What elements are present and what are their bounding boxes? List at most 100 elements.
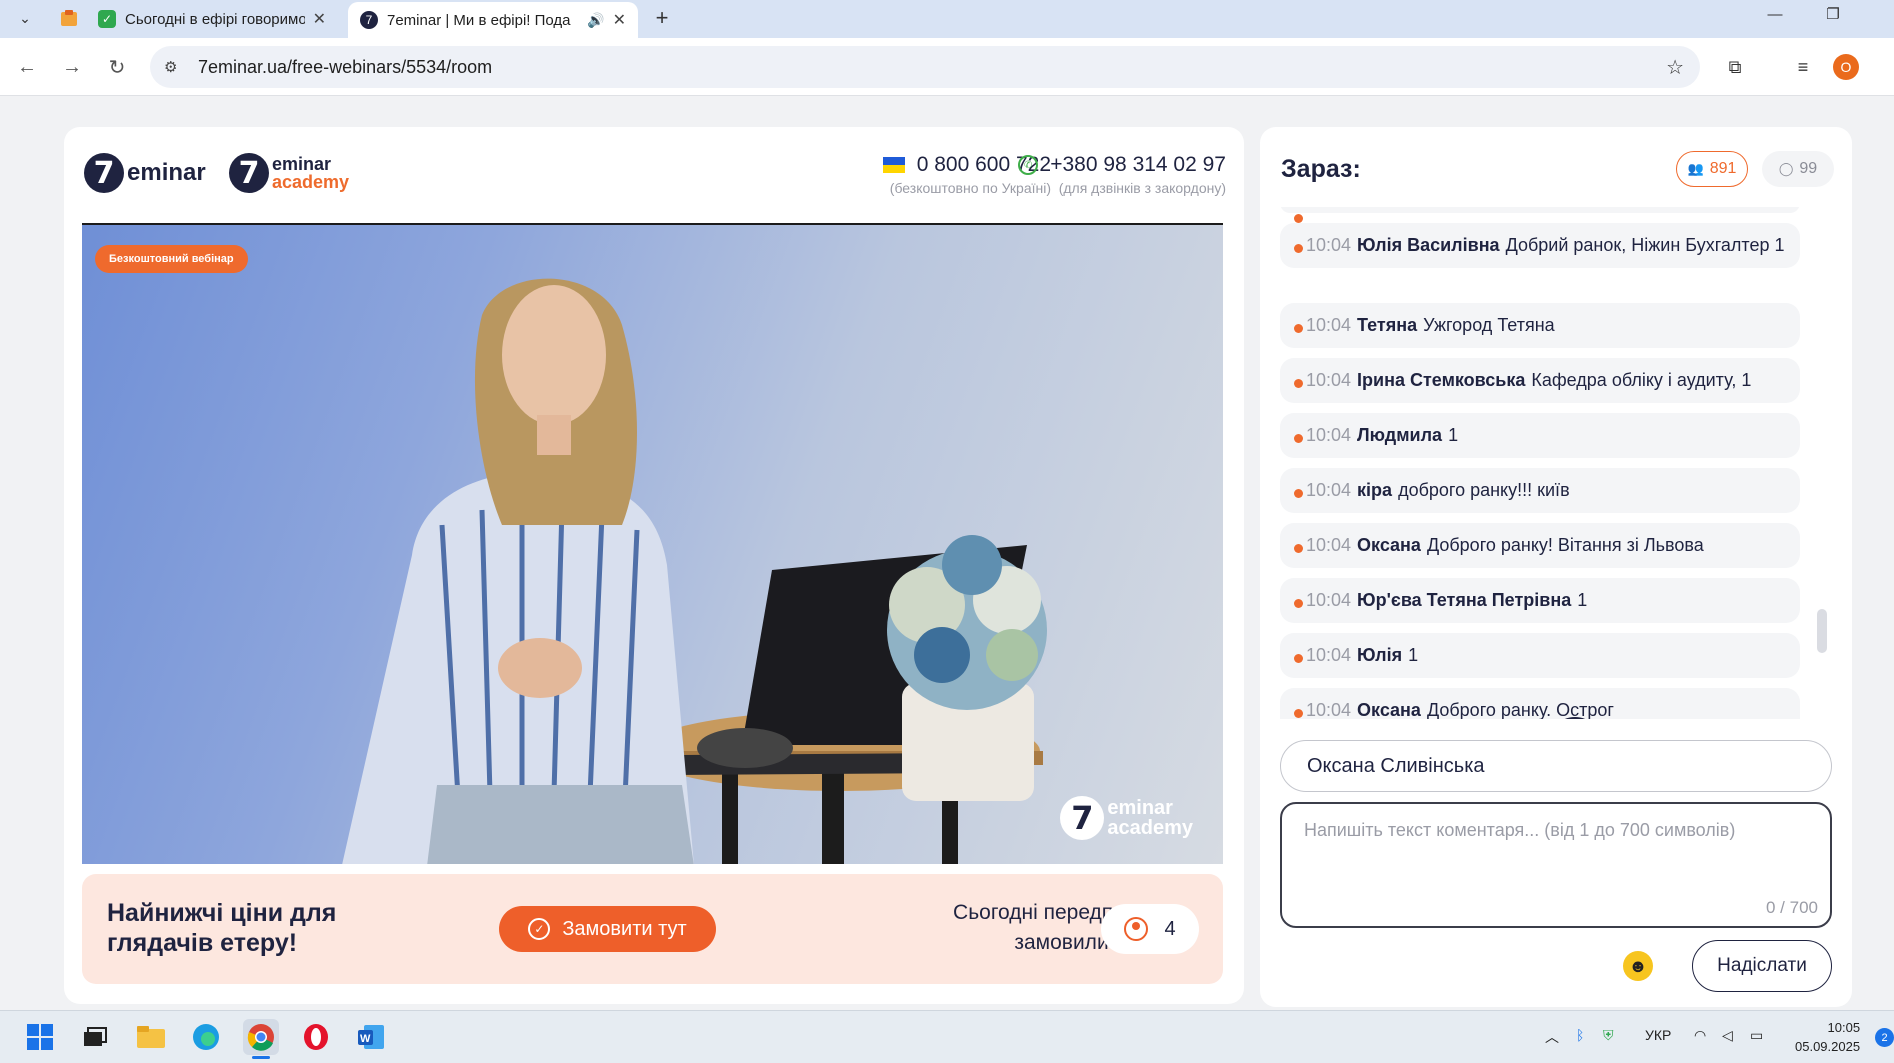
file-explorer-icon[interactable] (133, 1019, 169, 1055)
forward-icon[interactable]: → (57, 52, 87, 82)
video-player[interactable]: Безкоштовний вебінар 7 eminar academy (82, 223, 1223, 864)
tab-strip: ⌄ ✓ Сьогодні в ефірі говоримо ✕ 7 7emina… (0, 0, 1894, 38)
message-time: 10:04 (1306, 425, 1352, 445)
input-language[interactable]: УКР (1645, 1027, 1671, 1043)
extensions-icon[interactable]: ⧉ (1720, 52, 1750, 82)
message-author: Ірина Стемковська (1357, 370, 1526, 390)
address-bar[interactable]: ⚙ 7eminar.ua/free-webinars/5534/room ☆ (150, 46, 1700, 88)
message-time: 10:04 (1306, 645, 1352, 665)
order-button-label: Замовити тут (562, 917, 687, 940)
url-text[interactable]: 7eminar.ua/free-webinars/5534/room (198, 57, 492, 78)
logo-7eminar-academy[interactable]: 7 eminar academy (229, 153, 349, 193)
order-button[interactable]: ✓ Замовити тут (499, 906, 716, 952)
bookmark-star-icon[interactable]: ☆ (1666, 55, 1684, 80)
message-text: доброго ранку!!! київ (1398, 480, 1570, 500)
phone-abroad[interactable]: ✆ +380 98 314 02 97 (для дзвінків з зако… (1004, 153, 1226, 196)
message-text: 1 (1408, 645, 1419, 665)
tab-search-menu-icon[interactable]: ⌄ (10, 4, 40, 32)
logo-word-top: eminar (272, 154, 332, 174)
chat-title: Зараз: (1281, 155, 1361, 183)
orders-count-badge: 4 (1101, 904, 1199, 954)
message-text: Доброго ранку! Вітання зі Львова (1426, 535, 1704, 555)
new-tab-button[interactable]: + (648, 4, 676, 32)
windows-start-icon[interactable] (22, 1019, 58, 1055)
tab-close-icon[interactable]: ✕ (313, 9, 326, 29)
word-icon[interactable]: W (353, 1019, 389, 1055)
message-time: 10:04 (1306, 315, 1352, 335)
tab-title: Сьогодні в ефірі говоримо (125, 10, 305, 28)
message-time: 10:04 (1306, 370, 1352, 390)
list-item: 10:04 Ірина Стемковська Кафедра обліку і а… (1280, 358, 1800, 403)
system-clock[interactable]: 10:05 05.09.2025 (1795, 1018, 1860, 1056)
message-text: 1 (1577, 590, 1588, 610)
wifi-icon[interactable]: ◠ (1694, 1027, 1706, 1044)
list-item: 10:04 кіра доброго ранку!!! київ (1280, 468, 1800, 513)
edge-browser-icon[interactable] (188, 1019, 224, 1055)
svg-text:W: W (360, 1033, 371, 1045)
back-icon[interactable]: ← (12, 52, 42, 82)
phone-number[interactable]: +380 98 314 02 97 (1050, 153, 1226, 177)
message-text: 1 (1448, 425, 1459, 445)
task-view-icon[interactable] (77, 1019, 113, 1055)
minimize-icon[interactable]: — (1748, 0, 1802, 28)
chrome-browser-icon[interactable] (243, 1019, 279, 1059)
orders-count: 4 (1164, 917, 1176, 940)
notification-badge[interactable]: 2 (1875, 1028, 1894, 1047)
list-item: 10:04 Юлія 1 (1280, 633, 1800, 678)
logo-word: eminar (127, 159, 206, 186)
logo-word-bottom: academy (1107, 817, 1193, 839)
chat-message-list[interactable]: 10:04 Юлія Василівна Добрий ранок, Ніжин Б… (1280, 207, 1805, 719)
video-frame (342, 278, 1047, 864)
video-watermark-logo: 7 eminar academy (1060, 796, 1193, 840)
message-time: 10:04 (1306, 535, 1352, 555)
reload-icon[interactable]: ↻ (102, 52, 132, 82)
logo-digit: 7 (229, 153, 269, 193)
site-favicon-icon: 7 (360, 11, 378, 29)
bluetooth-icon[interactable]: ᛒ (1576, 1027, 1584, 1043)
audio-playing-icon[interactable]: 🔊 (587, 12, 604, 29)
message-text: Доброго ранку. Острог (1426, 700, 1614, 719)
site-settings-icon[interactable]: ⚙ (164, 58, 186, 76)
list-item: 10:04 Юлія Василівна Добрий ранок, Ніжин Б… (1280, 223, 1800, 268)
logo-stack: eminar academy (1107, 798, 1193, 838)
message-time: 10:04 (1306, 590, 1352, 610)
profile-avatar[interactable]: O (1833, 54, 1859, 80)
chat-scrollbar-thumb[interactable] (1817, 609, 1827, 653)
battery-icon[interactable]: ▭ (1750, 1027, 1763, 1044)
opera-browser-icon[interactable] (298, 1019, 334, 1055)
logo-word-bottom: academy (272, 172, 350, 192)
message-text: Кафедра обліку і аудиту, 1 (1531, 370, 1752, 390)
list-item: 10:04 Оксана Доброго ранку! Вітання зі Льв… (1280, 523, 1800, 568)
comment-input[interactable] (1304, 820, 1804, 890)
viewers-badge: 👥 891 (1676, 151, 1748, 187)
active-app-indicator (252, 1056, 270, 1059)
badge-check-icon: ✓ (528, 918, 551, 940)
tab-active[interactable]: 7 7eminar | Ми в ефірі! Пода 🔊 ✕ (348, 2, 638, 38)
volume-icon[interactable]: ◁ (1722, 1027, 1733, 1044)
comment-box[interactable]: 0 / 700 (1280, 802, 1832, 928)
tab-inactive[interactable]: ✓ Сьогодні в ефірі говоримо ✕ (86, 2, 338, 36)
tab-close-icon[interactable]: ✕ (613, 10, 626, 30)
send-button[interactable]: Надіслати (1692, 940, 1832, 992)
message-author: Оксана (1357, 535, 1421, 555)
comments-count: 99 (1799, 160, 1818, 177)
media-controls-icon[interactable]: ≡ (1788, 52, 1818, 82)
author-name-field[interactable] (1280, 740, 1832, 792)
list-item (1280, 207, 1800, 223)
message-time: 10:04 (1306, 700, 1352, 719)
message-author: Юр'єва Тетяна Петрівна (1357, 590, 1572, 610)
tab-title: 7eminar | Ми в ефірі! Пода (387, 11, 571, 29)
security-icon[interactable]: ⛨ (1603, 1027, 1614, 1044)
list-item: 10:04 Оксана Доброго ранку. Острог (1280, 688, 1800, 719)
list-item: 10:04 Тетяна Ужгород Тетяна (1280, 303, 1800, 348)
message-author: Юлія Василівна (1357, 235, 1500, 255)
pinned-tab-icon[interactable] (56, 5, 82, 31)
emoji-picker-icon[interactable]: ☻ (1623, 951, 1653, 981)
tray-expand-icon[interactable]: ︿ (1545, 1027, 1559, 1047)
checkbox-favicon-icon: ✓ (98, 10, 116, 28)
message-author: Людмила (1357, 425, 1443, 445)
logo-7eminar[interactable]: 7 eminar (84, 153, 206, 193)
clock-date: 05.09.2025 (1795, 1039, 1861, 1054)
browser-toolbar: ← → ↻ ⚙ 7eminar.ua/free-webinars/5534/ro… (0, 38, 1894, 96)
restore-icon[interactable]: ❐ (1806, 0, 1860, 28)
